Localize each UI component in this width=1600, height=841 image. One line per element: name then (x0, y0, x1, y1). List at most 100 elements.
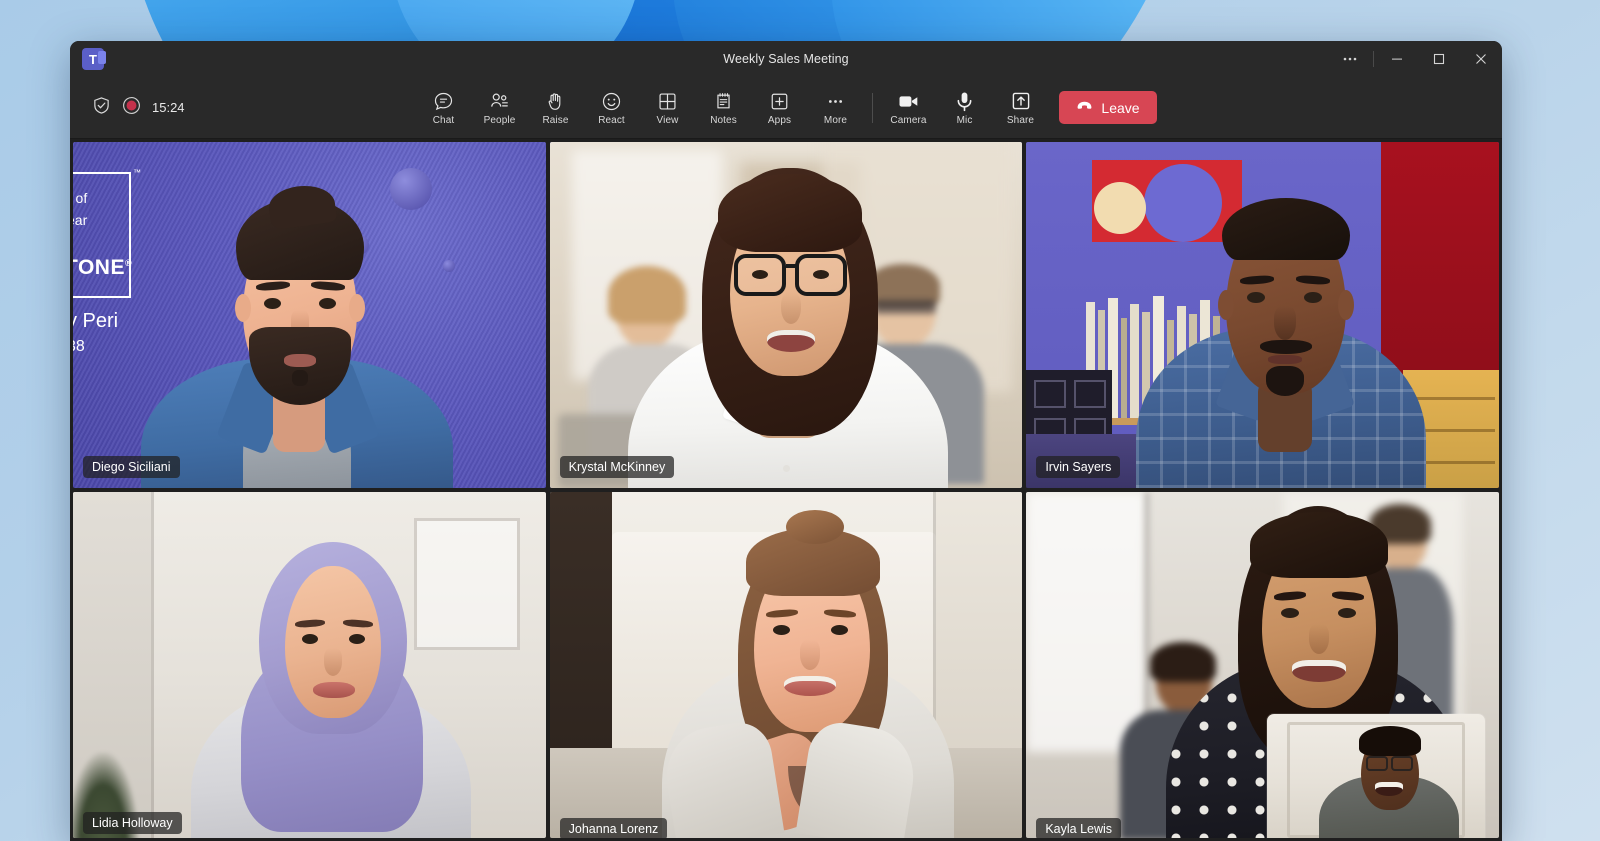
person-hair-fringe (718, 174, 862, 252)
close-icon[interactable] (1460, 41, 1502, 77)
react-button[interactable]: React (584, 87, 640, 128)
participant-name-label: Lidia Holloway (83, 812, 182, 834)
chat-label: Chat (433, 115, 455, 126)
avatar-lidia (73, 492, 546, 838)
raise-hand-icon (545, 90, 566, 112)
person-mouth (1292, 660, 1346, 682)
participant-tile-johanna-lorenz[interactable]: Johanna Lorenz (550, 492, 1023, 838)
toolbar-center-actions: Chat People (70, 87, 1502, 128)
apps-button[interactable]: Apps (752, 87, 808, 128)
avatar-eye-right (319, 298, 336, 309)
window-more-icon[interactable] (1329, 41, 1371, 77)
avatar-eye-left (773, 625, 790, 635)
window-titlebar: T Weekly Sales Meeting (70, 41, 1502, 77)
pip-glasses-left (1366, 756, 1388, 771)
participant-name-label: Krystal McKinney (560, 456, 675, 478)
toolbar-divider (872, 93, 873, 123)
teams-logo-letter: T (89, 53, 97, 66)
person-button-2 (783, 465, 790, 472)
avatar-irvin (1026, 142, 1499, 488)
teams-logo-icon: T (82, 48, 104, 70)
meeting-status-group: 15:24 (92, 96, 185, 120)
more-label: More (824, 115, 847, 126)
desktop: T Weekly Sales Meeting (0, 0, 1600, 841)
participant-tile-diego-siciliani[interactable]: ™ r of ear TONE® y Peri 38 (73, 142, 546, 488)
avatar-johanna (550, 492, 1023, 838)
avatar-nose (324, 648, 342, 676)
teams-meeting-window: T Weekly Sales Meeting (70, 41, 1502, 841)
poster-brand: TONE® (73, 256, 132, 280)
leave-label: Leave (1101, 100, 1139, 116)
participant-tile-krystal-mckinney[interactable]: Krystal McKinney (550, 142, 1023, 488)
meeting-toolbar: 15:24 Chat (70, 77, 1502, 139)
pip-person (1267, 714, 1485, 838)
poster-color-name: y Peri (73, 310, 118, 333)
camera-icon (897, 90, 920, 112)
avatar-eye-left (302, 634, 318, 644)
maximize-icon[interactable] (1418, 41, 1460, 77)
avatar-eye-right (831, 625, 848, 635)
more-button[interactable]: More (808, 87, 864, 128)
pip-person-hair (1359, 726, 1421, 756)
avatar-ear-right (349, 294, 365, 322)
hang-up-icon (1075, 96, 1094, 120)
raise-label: Raise (542, 115, 568, 126)
pip-glasses-right (1391, 756, 1413, 771)
avatar-lips (784, 676, 836, 696)
share-button[interactable]: Share (993, 87, 1049, 128)
teams-logo-badge (98, 51, 106, 64)
participant-tile-kayla-lewis[interactable]: Kayla Lewis (1026, 492, 1499, 838)
microphone-icon (953, 90, 976, 112)
meeting-elapsed-time: 15:24 (152, 100, 185, 115)
avatar-hair-bun (786, 510, 844, 544)
person-eye-left (752, 270, 768, 279)
person-eye-right (813, 270, 829, 279)
people-label: People (484, 115, 516, 126)
share-label: Share (1007, 115, 1034, 126)
participant-tile-irvin-sayers[interactable]: Irvin Sayers (1026, 142, 1499, 488)
view-grid-icon (657, 90, 678, 112)
people-icon (489, 90, 510, 112)
view-label: View (657, 115, 679, 126)
view-button[interactable]: View (640, 87, 696, 128)
avatar-ear-right (1338, 290, 1354, 320)
avatar-nose (800, 640, 820, 670)
minimize-icon[interactable] (1376, 41, 1418, 77)
chat-button[interactable]: Chat (416, 87, 472, 128)
window-controls (1329, 41, 1502, 77)
poster-line2: ear (73, 212, 87, 228)
video-person-krystal (550, 142, 1023, 488)
share-screen-icon (1010, 90, 1032, 112)
participant-name-label: Irvin Sayers (1036, 456, 1120, 478)
apps-label: Apps (768, 115, 791, 126)
react-smiley-icon (601, 90, 622, 112)
chat-icon (433, 90, 454, 112)
person-nose (781, 292, 801, 324)
avatar-lips (313, 682, 355, 698)
participant-tile-lidia-holloway[interactable]: Lidia Holloway (73, 492, 546, 838)
notes-label: Notes (710, 115, 737, 126)
window-title: Weekly Sales Meeting (70, 52, 1502, 66)
avatar-mustache (1260, 340, 1312, 354)
avatar-mouth (284, 354, 316, 367)
participant-name-label: Kayla Lewis (1036, 818, 1121, 838)
apps-plus-icon (769, 90, 790, 112)
video-grid: ™ r of ear TONE® y Peri 38 (70, 139, 1502, 841)
encryption-shield-icon (92, 96, 111, 120)
camera-button[interactable]: Camera (881, 87, 937, 128)
glasses-bridge (786, 264, 797, 268)
leave-button[interactable]: Leave (1059, 91, 1157, 124)
notes-button[interactable]: Notes (696, 87, 752, 128)
poster-line1: r of (73, 190, 87, 206)
avatar-eye-left (264, 298, 281, 309)
more-ellipsis-icon (825, 90, 846, 112)
poster-trademark: ™ (133, 168, 141, 177)
raise-hand-button[interactable]: Raise (528, 87, 584, 128)
camera-label: Camera (890, 115, 926, 126)
poster-color-code: 38 (73, 338, 85, 356)
people-button[interactable]: People (472, 87, 528, 128)
avatar-hair (1222, 198, 1350, 260)
self-view-pip[interactable] (1267, 714, 1485, 838)
mic-button[interactable]: Mic (937, 87, 993, 128)
person-mouth (767, 330, 815, 352)
